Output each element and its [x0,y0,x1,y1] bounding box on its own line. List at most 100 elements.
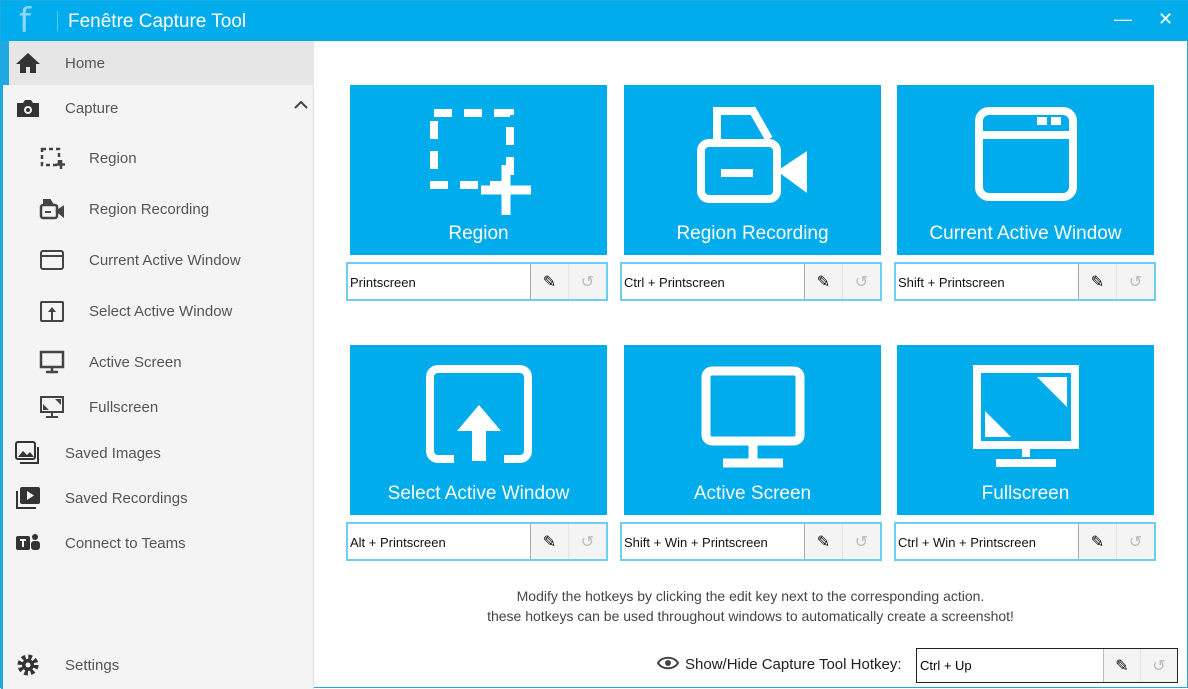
pencil-icon: ✎ [542,533,557,551]
sidebar-item-saved-images[interactable]: Saved Images [3,431,314,475]
monitor-icon [701,366,804,468]
video-camera-icon [39,199,64,220]
region-icon [40,147,65,169]
sidebar-item-label: Capture [65,100,119,117]
edit-hotkey-button[interactable]: ✎ [1078,524,1116,559]
tile-region[interactable]: Region [350,85,607,255]
sidebar-item-label: Fullscreen [89,399,159,416]
minimize-button[interactable]: — [1114,9,1132,30]
reset-hotkey-button[interactable]: ↺ [568,264,606,299]
hotkey-value[interactable]: Ctrl + Printscreen [622,264,804,299]
undo-icon: ↺ [580,273,595,291]
sidebar-item-active-screen[interactable]: Active Screen [3,340,314,384]
sidebar-item-label: Connect to Teams [65,535,186,552]
tile-label: Region Recording [676,223,829,244]
sidebar-item-label: Settings [65,657,120,674]
reset-hotkey-button[interactable]: ↺ [842,524,880,559]
reset-hotkey-button[interactable]: ↺ [1116,524,1154,559]
edit-hotkey-button[interactable]: ✎ [1103,649,1140,682]
reset-hotkey-button[interactable]: ↺ [1116,264,1154,299]
sidebar-item-label: Active Screen [89,354,182,371]
select-window-icon [425,365,532,463]
tile-region-recording[interactable]: Region Recording [624,85,881,255]
window-icon [40,250,64,270]
edit-hotkey-button[interactable]: ✎ [804,264,842,299]
sidebar-item-label: Saved Recordings [65,490,188,507]
hotkey-field-fullscreen: Ctrl + Win + Printscreen ✎ ↺ [894,522,1156,561]
sidebar-item-fullscreen[interactable]: Fullscreen [3,385,314,429]
show-hide-label-text: Show/Hide Capture Tool Hotkey: [685,656,902,673]
sidebar-item-select-active-window[interactable]: Select Active Window [3,289,314,333]
hotkey-field-active-screen: Shift + Win + Printscreen ✎ ↺ [620,522,882,561]
sidebar-item-label: Saved Images [65,445,161,462]
hotkey-value[interactable]: Ctrl + Up [917,649,1103,682]
edit-hotkey-button[interactable]: ✎ [530,264,568,299]
sidebar-item-connect-to-teams[interactable]: Connect to Teams [3,521,314,565]
tile-label: Current Active Window [929,223,1122,244]
sidebar-item-region[interactable]: Region [3,136,314,180]
monitor-icon [39,350,65,374]
camera-icon [17,100,39,117]
hotkey-value[interactable]: Shift + Printscreen [896,264,1078,299]
fullscreen-icon [40,396,64,418]
sidebar-item-label: Select Active Window [89,303,233,320]
sidebar: Home Capture Region Region Recording Cur… [1,41,314,689]
home-icon [16,53,40,73]
region-icon [429,109,531,215]
hotkey-value[interactable]: Alt + Printscreen [348,524,530,559]
reset-hotkey-button[interactable]: ↺ [842,264,880,299]
hotkey-field-region: Printscreen ✎ ↺ [346,262,608,301]
tile-label: Active Screen [693,483,812,504]
tile-current-active-window[interactable]: Current Active Window [897,85,1154,255]
home-panel: Region Region Recording Current Active W… [315,41,1186,686]
sidebar-item-capture[interactable]: Capture [3,86,314,130]
video-camera-icon [696,107,807,203]
undo-icon: ↺ [1128,533,1143,551]
help-text-line: these hotkeys can be used throughout win… [487,608,1014,624]
sidebar-item-label: Region [89,150,137,167]
app-window: f Fenêtre Capture Tool — ✕ Home Capture … [0,0,1188,689]
hotkey-field-current-active-window: Shift + Printscreen ✎ ↺ [894,262,1156,301]
tile-fullscreen[interactable]: Fullscreen [897,345,1154,515]
tile-label: Region [448,223,509,244]
sidebar-item-label: Current Active Window [89,252,241,269]
reset-hotkey-button[interactable]: ↺ [1140,649,1177,682]
hotkey-value[interactable]: Printscreen [348,264,530,299]
tile-active-screen[interactable]: Active Screen [624,345,881,515]
tile-select-active-window[interactable]: Select Active Window [350,345,607,515]
teams-icon [16,534,40,550]
undo-icon: ↺ [1128,273,1143,291]
hotkey-value[interactable]: Ctrl + Win + Printscreen [896,524,1078,559]
edit-hotkey-button[interactable]: ✎ [804,524,842,559]
sidebar-item-settings[interactable]: Settings [3,643,314,687]
select-window-icon [40,301,64,322]
pencil-icon: ✎ [1115,657,1129,675]
show-hide-label: Show/Hide Capture Tool Hotkey: [656,656,902,673]
edit-hotkey-button[interactable]: ✎ [530,524,568,559]
help-text-line: Modify the hotkeys by clicking the edit … [516,588,985,604]
gear-icon [17,654,39,676]
undo-icon: ↺ [854,533,869,551]
sidebar-item-home[interactable]: Home [3,41,314,85]
title-bar: f Fenêtre Capture Tool — ✕ [1,1,1188,41]
sidebar-item-region-recording[interactable]: Region Recording [3,187,314,231]
chevron-up-icon[interactable] [294,98,308,112]
hotkey-field-region-recording: Ctrl + Printscreen ✎ ↺ [620,262,882,301]
reset-hotkey-button[interactable]: ↺ [568,524,606,559]
sidebar-item-current-active-window[interactable]: Current Active Window [3,238,314,282]
app-logo: f [19,1,31,41]
sidebar-item-saved-recordings[interactable]: Saved Recordings [3,476,314,520]
window-icon [974,107,1077,201]
undo-icon: ↺ [854,273,869,291]
window-title: Fenêtre Capture Tool [68,11,247,32]
video-library-icon [16,487,40,509]
hotkey-value[interactable]: Shift + Win + Printscreen [622,524,804,559]
sidebar-item-label: Region Recording [89,201,210,218]
edit-hotkey-button[interactable]: ✎ [1078,264,1116,299]
close-button[interactable]: ✕ [1158,9,1173,30]
sidebar-item-label: Home [65,55,106,72]
eye-icon [656,656,680,670]
show-hide-hotkey-field: Ctrl + Up ✎ ↺ [916,648,1178,683]
pencil-icon: ✎ [816,533,831,551]
pencil-icon: ✎ [816,273,831,291]
